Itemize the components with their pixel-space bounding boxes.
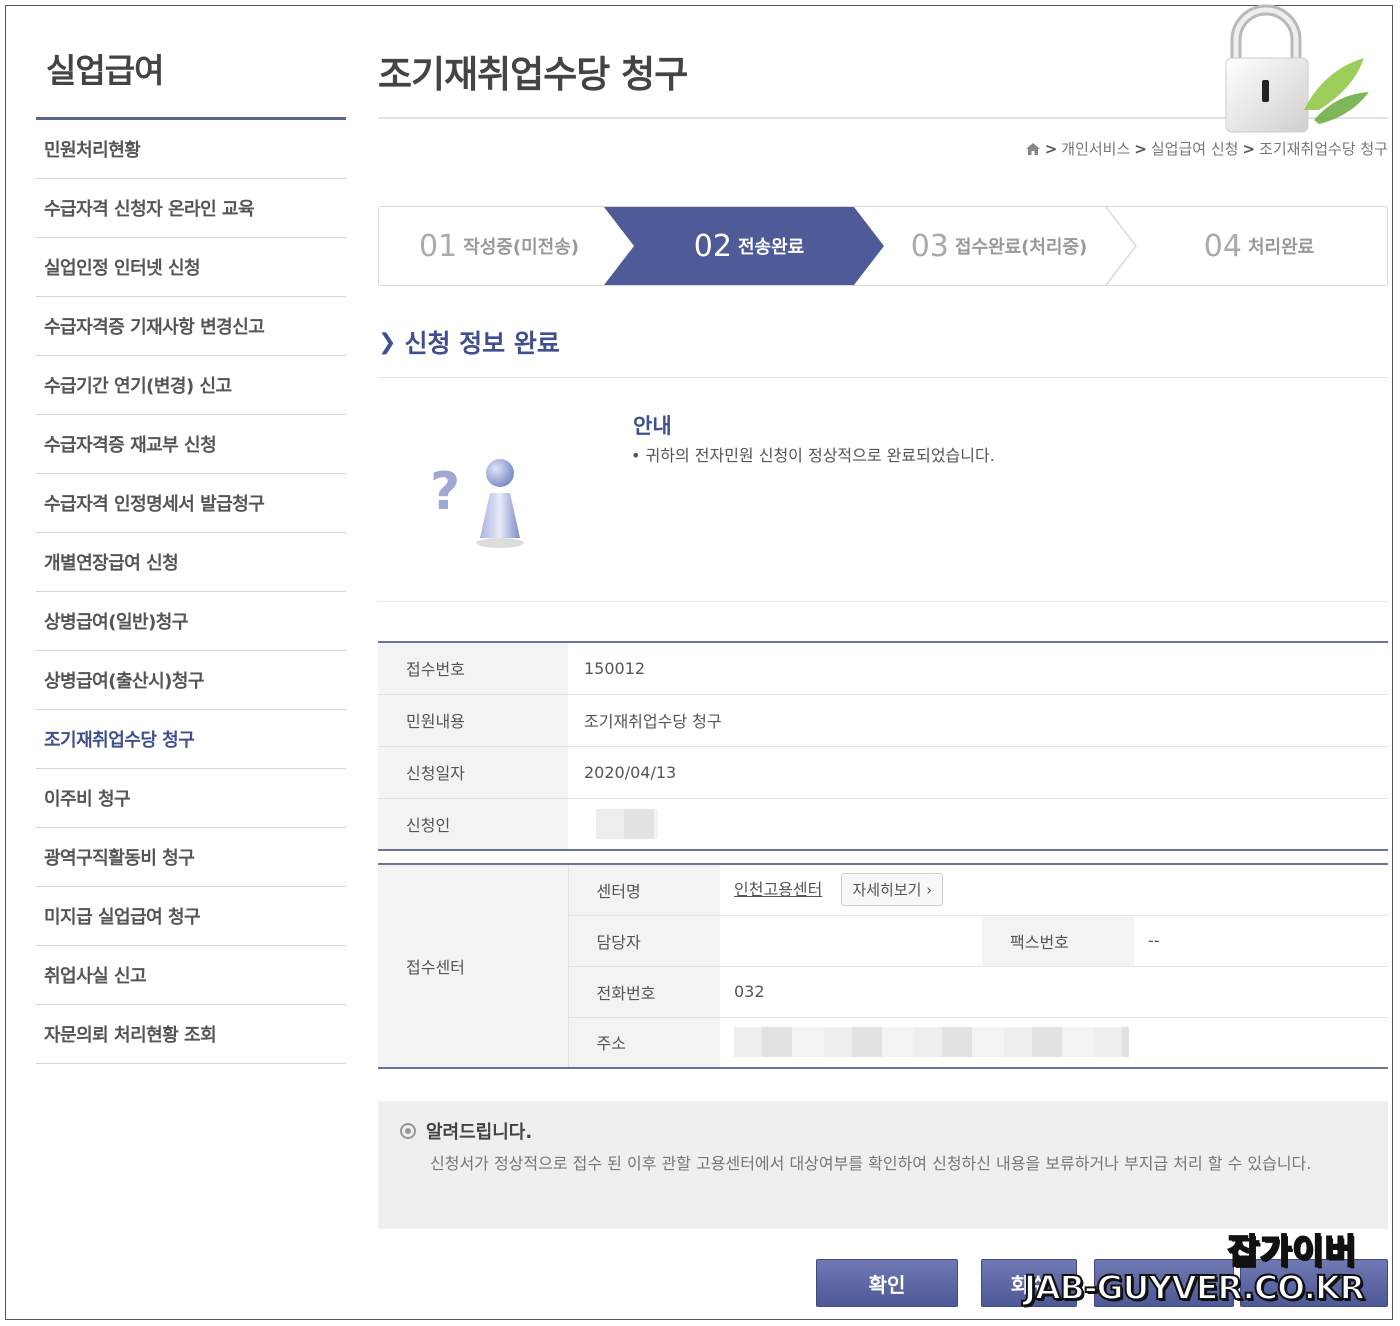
- phone-value: 032: [720, 966, 1388, 1018]
- step-4: 04 처리완료: [1144, 207, 1374, 285]
- notice-title: 알려드립니다.: [426, 1122, 533, 1143]
- sidebar-item-active[interactable]: 조기재취업수당 청구: [36, 710, 346, 769]
- table-row: 신청인: [378, 798, 1388, 850]
- application-date: 2020/04/13: [568, 746, 1388, 799]
- row-label: 민원내용: [378, 694, 568, 747]
- row-label: 신청일자: [378, 746, 568, 799]
- notice-heading: 알려드립니다.: [400, 1118, 532, 1144]
- sidebar-item[interactable]: 자문의뢰 처리현황 조회: [36, 1005, 346, 1064]
- section-divider: [378, 377, 1388, 378]
- home-icon[interactable]: [1025, 142, 1041, 156]
- row-label: 접수번호: [378, 642, 568, 695]
- step-number: 04: [1203, 228, 1242, 264]
- sidebar-item[interactable]: 상병급여(출산시)청구: [36, 651, 346, 710]
- step-label: 접수완료(처리중): [954, 237, 1088, 258]
- breadcrumb-separator: >: [1044, 139, 1058, 158]
- step-2-current: 02 전송완료: [644, 207, 854, 285]
- step-divider: [1105, 207, 1137, 285]
- sidebar-item[interactable]: 수급자격증 재교부 신청: [36, 415, 346, 474]
- row-label: 전화번호: [568, 966, 720, 1018]
- help-person-icon: ?: [430, 459, 524, 548]
- watermark-korean: 잡가이버: [1227, 1231, 1357, 1273]
- table-row: 접수번호 150012: [378, 642, 1388, 695]
- request-content: 조기재취업수당 청구: [568, 694, 1388, 747]
- page-title: 조기재취업수당 청구: [378, 53, 688, 96]
- chevron-right-icon: ❯: [378, 329, 397, 355]
- notice-box: 알려드립니다. 신청서가 정상적으로 접수 된 이후 관할 고용센터에서 대상여…: [378, 1101, 1388, 1229]
- step-3: 03 접수완료(처리중): [889, 207, 1109, 285]
- center-name-cell: 인천고용센터 자세히보기 ›: [720, 864, 1388, 916]
- sidebar-item[interactable]: 개별연장급여 신청: [36, 533, 346, 592]
- fax-value: --: [1134, 915, 1388, 967]
- row-label: 신청인: [378, 798, 568, 850]
- step-label: 처리완료: [1247, 237, 1315, 258]
- breadcrumb-item[interactable]: 실업급여 신청: [1151, 138, 1239, 159]
- step-number: 02: [693, 228, 732, 264]
- address-value: [720, 1017, 1388, 1068]
- step-label: 작성중(미전송): [463, 237, 579, 258]
- table-row: 접수센터 센터명 인천고용센터 자세히보기 ›: [378, 864, 1388, 1068]
- sidebar-item[interactable]: 수급기간 연기(변경) 신고: [36, 356, 346, 415]
- section-title: 신청 정보 완료: [404, 329, 560, 358]
- svg-text:?: ?: [430, 462, 460, 522]
- row-label: 접수센터: [378, 864, 569, 1068]
- padlock-icon: [1225, 4, 1369, 133]
- bullet-icon: [400, 1123, 416, 1139]
- sidebar-item[interactable]: 취업사실 신고: [36, 946, 346, 1005]
- breadcrumb-item[interactable]: 개인서비스: [1061, 138, 1130, 159]
- sidebar-item[interactable]: 수급자격 신청자 온라인 교육: [36, 179, 346, 238]
- info-title: 안내: [633, 414, 672, 438]
- center-name-link[interactable]: 인천고용센터: [734, 880, 822, 899]
- receipt-number: 150012: [568, 642, 1388, 695]
- redacted-block: [596, 808, 658, 839]
- confirm-button[interactable]: 확인: [816, 1259, 958, 1307]
- applicant-name: [568, 798, 1388, 850]
- step-number: 01: [419, 228, 458, 264]
- row-label: 팩스번호: [982, 915, 1134, 967]
- application-details-table: 접수번호 150012 민원내용 조기재취업수당 청구 신청일자 2020/04…: [378, 641, 1388, 851]
- sidebar-item[interactable]: 수급자격 인정명세서 발급청구: [36, 474, 346, 533]
- info-text: • 귀하의 전자민원 신청이 정상적으로 완료되었습니다.: [631, 446, 995, 465]
- sidebar-item[interactable]: 수급자격증 기재사항 변경신고: [36, 297, 346, 356]
- sidebar-item[interactable]: 이주비 청구: [36, 769, 346, 828]
- watermark-url: JAB-GUYVER.CO.KR: [1023, 1267, 1366, 1308]
- step-1: 01 작성중(미전송): [399, 207, 599, 285]
- row-label: 주소: [568, 1017, 720, 1068]
- redacted-block: [734, 1027, 1129, 1058]
- table-row: 민원내용 조기재취업수당 청구: [378, 694, 1388, 747]
- breadcrumb-separator: >: [1134, 139, 1147, 158]
- sidebar-menu: 민원처리현황 수급자격 신청자 온라인 교육 실업인정 인터넷 신청 수급자격증…: [36, 120, 346, 1064]
- sidebar-title: 실업급여: [46, 51, 164, 90]
- page-frame: 실업급여 민원처리현황 수급자격 신청자 온라인 교육 실업인정 인터넷 신청 …: [5, 4, 1393, 1320]
- progress-steps: 01 작성중(미전송) 02 전송완료 03 접수완료(처리중) 04 처리완료: [378, 206, 1388, 286]
- row-label: 센터명: [568, 864, 720, 916]
- sidebar-item[interactable]: 상병급여(일반)청구: [36, 592, 346, 651]
- step-number: 03: [910, 228, 949, 264]
- view-details-button[interactable]: 자세히보기 ›: [841, 873, 944, 907]
- manager-value: [720, 915, 982, 967]
- step-label: 전송완료: [737, 237, 805, 258]
- breadcrumb-separator: >: [1242, 139, 1256, 158]
- table-row: 신청일자 2020/04/13: [378, 746, 1388, 799]
- sidebar-item[interactable]: 민원처리현황: [36, 120, 346, 179]
- main-content: 조기재취업수당 청구 > 개인서비스 > 실업급여 신청 > 조기재취업수당 청…: [378, 4, 1388, 1316]
- breadcrumb: > 개인서비스 > 실업급여 신청 > 조기재취업수당 청구: [1025, 138, 1388, 159]
- info-divider: [378, 601, 1388, 602]
- breadcrumb-item-current: 조기재취업수당 청구: [1259, 140, 1388, 158]
- sidebar-item[interactable]: 광역구직활동비 청구: [36, 828, 346, 887]
- section-heading: ❯ 신청 정보 완료: [378, 324, 560, 360]
- notice-text: 신청서가 정상적으로 접수 된 이후 관할 고용센터에서 대상여부를 확인하여 …: [430, 1154, 1312, 1173]
- sidebar-item[interactable]: 실업인정 인터넷 신청: [36, 238, 346, 297]
- row-label: 담당자: [568, 915, 720, 967]
- sidebar-item[interactable]: 미지급 실업급여 청구: [36, 887, 346, 946]
- reception-center-table: 접수센터 센터명 인천고용센터 자세히보기 › 담당자 팩스번호 -- 전화번호…: [378, 863, 1388, 1069]
